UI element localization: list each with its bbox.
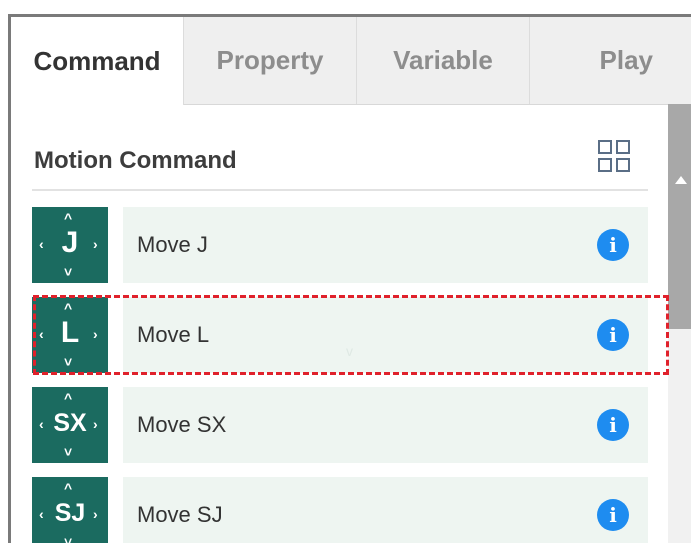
arrow-down-icon: ˅ bbox=[64, 264, 73, 280]
tab-bar: Command Property Variable Play bbox=[11, 17, 691, 105]
command-row[interactable]: Move SJ i bbox=[123, 477, 648, 543]
command-label: Move SJ bbox=[137, 502, 223, 527]
move-j-icon: ^ ‹ J › ˅ bbox=[32, 207, 108, 283]
tab-variable[interactable]: Variable bbox=[357, 17, 530, 104]
command-row[interactable]: Move J i bbox=[123, 207, 648, 283]
section-header: Motion Command bbox=[32, 127, 648, 191]
command-panel: Command Property Variable Play Motion Co… bbox=[8, 14, 691, 543]
command-label: Move SX bbox=[137, 412, 227, 437]
command-label: Move J bbox=[137, 232, 208, 257]
tab-property[interactable]: Property bbox=[184, 17, 357, 104]
info-icon[interactable]: i bbox=[597, 229, 629, 261]
arrow-up-icon: ^ bbox=[64, 210, 73, 226]
command-label: Move L bbox=[137, 322, 210, 347]
command-item-move-l[interactable]: ^ ‹ L › ˅ Move L i bbox=[32, 297, 648, 373]
grid-view-icon[interactable] bbox=[597, 139, 631, 173]
move-sx-icon: ^ ‹ SX › ˅ bbox=[32, 387, 108, 463]
arrow-down-icon: ˅ bbox=[64, 354, 73, 370]
arrow-up-icon: ^ bbox=[64, 300, 73, 316]
arrow-down-icon: ˅ bbox=[64, 534, 73, 543]
arrow-down-icon: ˅ bbox=[64, 444, 73, 460]
info-icon[interactable]: i bbox=[597, 499, 629, 531]
command-item-move-j[interactable]: ^ ‹ J › ˅ Move J i bbox=[32, 207, 648, 283]
command-row[interactable]: Move L i bbox=[123, 297, 648, 373]
arrow-right-icon: › bbox=[93, 506, 98, 522]
cursor-mark: v bbox=[346, 343, 353, 359]
arrow-right-icon: › bbox=[93, 416, 98, 432]
scroll-up-arrow-icon[interactable] bbox=[675, 176, 687, 184]
arrow-up-icon: ^ bbox=[64, 480, 73, 496]
command-item-move-sj[interactable]: ^ ‹ SJ › ˅ Move SJ i bbox=[32, 477, 648, 543]
arrow-right-icon: › bbox=[93, 236, 98, 252]
tab-play[interactable]: Play bbox=[530, 17, 691, 104]
command-row[interactable]: Move SX i bbox=[123, 387, 648, 463]
scroll-thumb[interactable] bbox=[668, 104, 691, 329]
scrollbar[interactable] bbox=[668, 104, 691, 543]
command-item-move-sx[interactable]: ^ ‹ SX › ˅ Move SX i bbox=[32, 387, 648, 463]
info-icon[interactable]: i bbox=[597, 319, 629, 351]
arrow-right-icon: › bbox=[93, 326, 98, 342]
info-icon[interactable]: i bbox=[597, 409, 629, 441]
tab-command[interactable]: Command bbox=[11, 17, 184, 105]
move-l-icon: ^ ‹ L › ˅ bbox=[32, 297, 108, 373]
section-title: Motion Command bbox=[34, 147, 237, 174]
arrow-up-icon: ^ bbox=[64, 390, 73, 406]
move-sj-icon: ^ ‹ SJ › ˅ bbox=[32, 477, 108, 543]
